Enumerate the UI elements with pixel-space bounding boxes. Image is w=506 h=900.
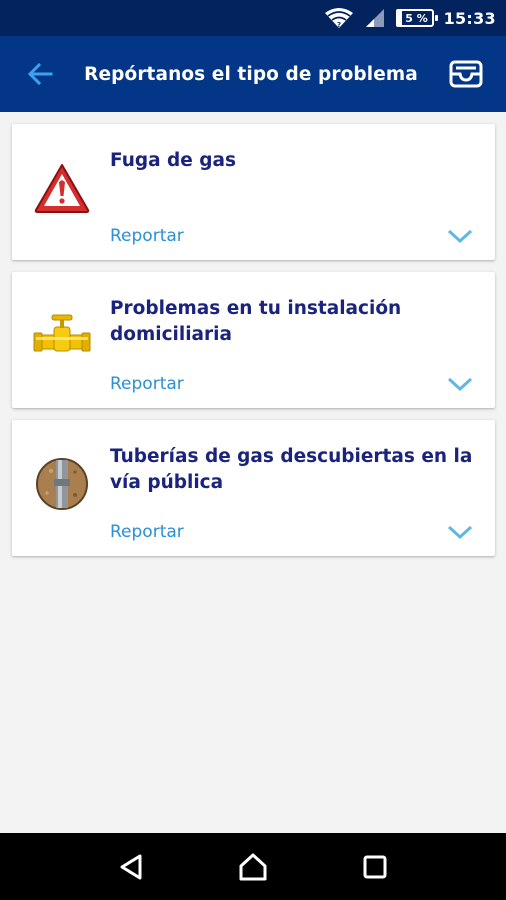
gas-pipe-valve-icon bbox=[30, 304, 94, 368]
nav-back-icon bbox=[120, 854, 142, 879]
problem-title: Problemas en tu instalación domiciliaria bbox=[110, 298, 402, 345]
status-bar: ? 5 % 15:33 bbox=[0, 0, 506, 36]
problem-card-gas-leak[interactable]: Fuga de gas Reportar bbox=[12, 124, 495, 260]
report-link[interactable]: Reportar bbox=[110, 374, 184, 394]
exposed-pipe-icon bbox=[30, 452, 94, 516]
inbox-icon bbox=[449, 60, 483, 88]
warning-triangle-icon bbox=[30, 156, 94, 220]
problem-title: Fuga de gas bbox=[110, 150, 237, 171]
wifi-icon: ? bbox=[324, 7, 354, 29]
chevron-down-icon[interactable] bbox=[447, 374, 473, 394]
report-link[interactable]: Reportar bbox=[110, 226, 184, 246]
nav-recents-button[interactable] bbox=[345, 837, 405, 897]
inbox-button[interactable] bbox=[426, 36, 506, 112]
system-nav-bar bbox=[0, 833, 506, 900]
app-bar: Repórtanos el tipo de problema bbox=[0, 36, 506, 112]
nav-home-icon bbox=[239, 853, 267, 880]
chevron-down-icon[interactable] bbox=[447, 522, 473, 542]
battery-text: 5 % bbox=[405, 11, 428, 25]
status-time: 15:33 bbox=[443, 8, 496, 28]
back-button[interactable] bbox=[0, 36, 80, 112]
report-link[interactable]: Reportar bbox=[110, 522, 184, 542]
arrow-back-icon bbox=[27, 62, 53, 86]
chevron-down-icon[interactable] bbox=[447, 226, 473, 246]
nav-recents-icon bbox=[363, 855, 387, 878]
nav-back-button[interactable] bbox=[101, 837, 161, 897]
problem-card-home-installation[interactable]: Problemas en tu instalación domiciliaria… bbox=[12, 272, 495, 408]
battery-icon: 5 % bbox=[395, 9, 438, 27]
page-title: Repórtanos el tipo de problema bbox=[84, 63, 418, 85]
problem-list: Fuga de gas Reportar Problemas en tu ins… bbox=[12, 124, 495, 568]
svg-text:?: ? bbox=[337, 21, 341, 29]
signal-icon bbox=[364, 8, 386, 28]
problem-title: Tuberías de gas descubiertas en la vía p… bbox=[110, 446, 473, 493]
problem-card-exposed-pipes[interactable]: Tuberías de gas descubiertas en la vía p… bbox=[12, 420, 495, 556]
nav-home-button[interactable] bbox=[223, 837, 283, 897]
